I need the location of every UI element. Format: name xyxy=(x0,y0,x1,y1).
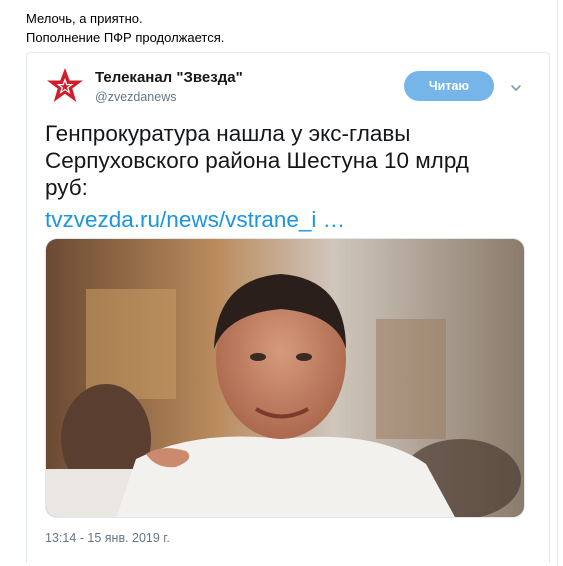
tweet-photo[interactable] xyxy=(45,238,525,518)
post-line-1: Мелочь, а приятно. xyxy=(26,11,143,26)
post-text: Мелочь, а приятно. Пополнение ПФР продол… xyxy=(26,9,224,47)
author-avatar[interactable] xyxy=(45,66,85,106)
tweet-text-line: Серпуховского района Шестуна 10 млрд xyxy=(45,148,469,173)
follow-button[interactable]: Читаю xyxy=(404,71,494,101)
author-handle[interactable]: @zvezdanews xyxy=(95,90,176,104)
zvezda-star-logo-icon xyxy=(47,68,83,102)
right-divider xyxy=(557,0,558,566)
author-name[interactable]: Телеканал "Звезда" xyxy=(95,69,243,86)
tweet-link[interactable]: tvzvezda.ru/news/vstrane_i … xyxy=(45,206,345,233)
post-line-2: Пополнение ПФР продолжается. xyxy=(26,30,225,45)
tweet-text: Генпрокуратура нашла у экс-главы Серпухо… xyxy=(45,120,515,201)
chevron-down-icon[interactable] xyxy=(509,81,523,95)
tweet-text-line: руб: xyxy=(45,175,88,200)
tweet-text-line: Генпрокуратура нашла у экс-главы xyxy=(45,121,411,146)
tweet-timestamp[interactable]: 13:14 - 15 янв. 2019 г. xyxy=(45,531,170,545)
